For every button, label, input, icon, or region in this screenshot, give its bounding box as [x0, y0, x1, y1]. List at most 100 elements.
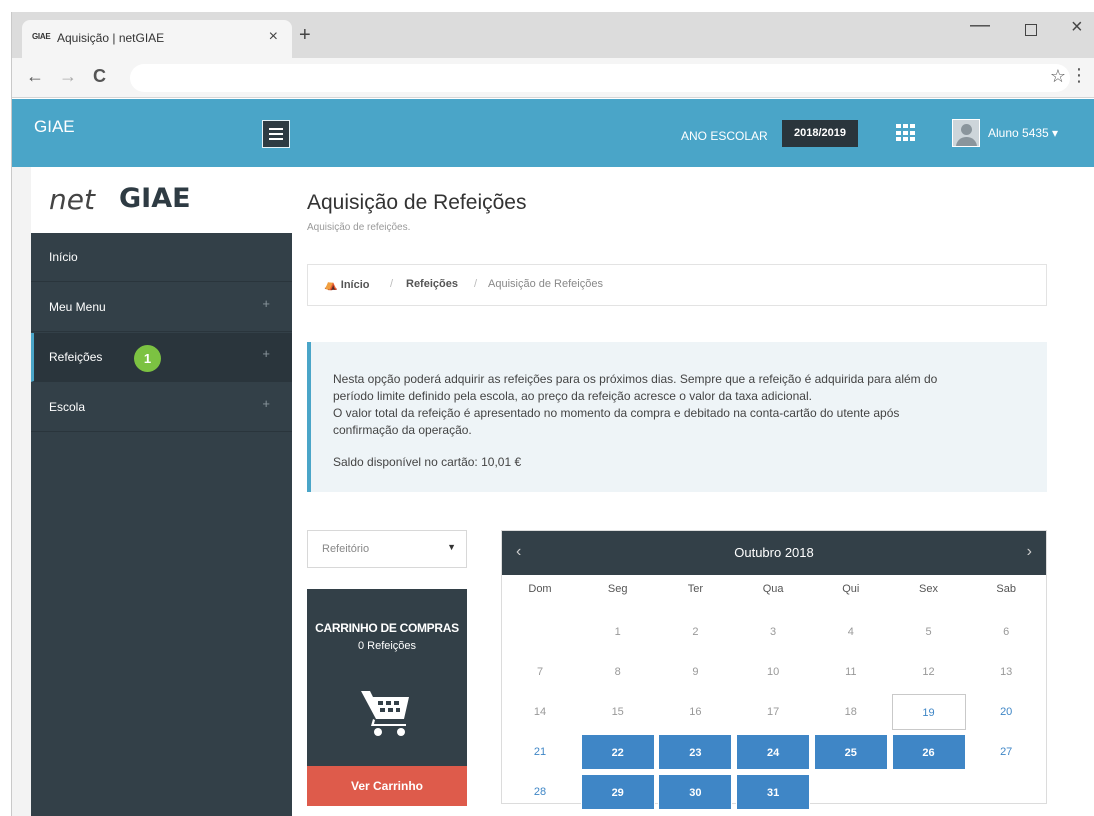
sidebar-item-label: Refeições	[49, 350, 103, 364]
calendar-day[interactable]: 22	[580, 734, 655, 770]
tab-title: Aquisição | netGIAE	[57, 31, 165, 45]
forward-icon[interactable]: →	[59, 66, 77, 87]
page-title: Aquisição de Refeições	[307, 191, 527, 214]
calendar-day[interactable]: 6	[969, 614, 1043, 650]
calendar-day[interactable]: 29	[580, 774, 655, 810]
step-badge: 1	[134, 345, 161, 372]
back-icon[interactable]: ←	[26, 66, 44, 87]
school-year-value[interactable]: 2018/2019	[782, 120, 858, 147]
sidebar-item-inicio[interactable]: Início	[31, 233, 292, 282]
calendar-day[interactable]: 28	[503, 774, 577, 810]
breadcrumb: ⛺ Início / Refeições / Aquisição de Refe…	[307, 264, 1047, 306]
sidebar-item-label: Início	[49, 250, 78, 264]
breadcrumb-current: Aquisição de Refeições	[488, 278, 603, 290]
next-month-icon[interactable]: ›	[1027, 543, 1032, 561]
calendar-day[interactable]: 24	[736, 734, 811, 770]
school-year-label: ANO ESCOLAR	[681, 129, 768, 143]
bookmark-star-icon[interactable]: ☆	[1050, 66, 1066, 87]
calendar-day[interactable]: 23	[658, 734, 733, 770]
breadcrumb-home[interactable]: ⛺ Início	[324, 278, 370, 291]
weekday-header: Sab	[996, 583, 1016, 595]
calendar-day[interactable]: 1	[581, 614, 655, 650]
calendar-day[interactable]: 14	[503, 694, 577, 730]
menu-toggle-button[interactable]	[262, 120, 290, 148]
sidebar-item-escola[interactable]: Escola +	[31, 383, 292, 432]
reload-icon[interactable]: C	[93, 66, 106, 87]
calendar: ‹ Outubro 2018 › Dom Seg Ter Qua Qui Sex Sab 1 2…	[501, 530, 1047, 810]
weekday-header: Sex	[919, 583, 938, 595]
info-box: Nesta opção poderá adquirir as refeições…	[307, 342, 1047, 492]
logo-net: net	[49, 183, 95, 216]
sidebar-item-label: Escola	[49, 400, 86, 414]
expand-plus-icon: +	[262, 396, 270, 411]
calendar-day[interactable]: 26	[891, 734, 966, 770]
calendar-day[interactable]: 7	[503, 654, 577, 690]
refeitorio-select[interactable]: Refeitório ▼	[307, 530, 467, 568]
weekday-header: Qua	[762, 583, 784, 595]
calendar-day[interactable]: 15	[581, 694, 655, 730]
favicon-icon: GIAE	[32, 32, 51, 41]
info-line: O valor total da refeição é apresentado …	[333, 406, 900, 420]
sidebar: net GIAE Início Meu Menu + Refeições 1 +…	[31, 167, 292, 816]
info-line: confirmação da operação.	[333, 423, 472, 437]
calendar-day[interactable]: 13	[969, 654, 1043, 690]
breadcrumb-separator: /	[390, 278, 394, 290]
address-bar: ← → C ☆ ⋮	[12, 58, 1094, 98]
view-cart-label: Ver Carrinho	[350, 779, 424, 793]
calendar-day[interactable]: 8	[581, 654, 655, 690]
calendar-day[interactable]: 2	[658, 614, 732, 650]
cart-count: 0 Refeições	[357, 640, 417, 652]
caret-down-icon: ▼	[447, 542, 456, 552]
calendar-day[interactable]: 9	[658, 654, 732, 690]
minimize-button[interactable]: —	[970, 14, 990, 37]
expand-plus-icon: +	[262, 296, 270, 311]
home-icon: ⛺	[324, 279, 338, 291]
tab-bar: GIAE Aquisição | netGIAE × + — ×	[12, 12, 1094, 58]
calendar-day[interactable]: 21	[503, 734, 577, 770]
info-line: Nesta opção poderá adquirir as refeições…	[333, 372, 938, 386]
new-tab-button[interactable]: +	[299, 24, 311, 47]
app-header: GIAE ANO ESCOLAR 2018/2019 Aluno 5435 ▾	[12, 99, 1094, 167]
calendar-day[interactable]: 11	[814, 654, 888, 690]
calendar-day[interactable]: 27	[969, 734, 1043, 770]
logo: net GIAE	[31, 167, 292, 233]
balance-text: Saldo disponível no cartão: 10,01 €	[333, 455, 522, 469]
user-menu[interactable]: Aluno 5435 ▾	[988, 126, 1058, 140]
select-value: Refeitório	[322, 543, 370, 555]
breadcrumb-refeicoes[interactable]: Refeições	[406, 278, 458, 290]
sidebar-item-meu-menu[interactable]: Meu Menu +	[31, 283, 292, 332]
calendar-day[interactable]: 10	[736, 654, 810, 690]
calendar-day[interactable]: 3	[736, 614, 810, 650]
calendar-day[interactable]: 16	[658, 694, 732, 730]
calendar-day[interactable]: 31	[736, 774, 811, 810]
calendar-day[interactable]: 25	[813, 734, 888, 770]
calendar-day[interactable]: 30	[658, 774, 733, 810]
maximize-button[interactable]	[1025, 24, 1037, 36]
apps-grid-icon[interactable]	[896, 124, 916, 142]
weekday-header: Dom	[528, 583, 552, 595]
calendar-day[interactable]: 17	[736, 694, 810, 730]
calendar-day[interactable]: 19	[891, 694, 966, 730]
calendar-header: ‹ Outubro 2018 ›	[502, 531, 1046, 575]
url-input[interactable]	[130, 64, 1070, 92]
avatar[interactable]	[952, 119, 980, 147]
calendar-day[interactable]: 12	[892, 654, 966, 690]
calendar-day[interactable]: 4	[814, 614, 888, 650]
sidebar-item-refeicoes[interactable]: Refeições 1 +	[31, 333, 292, 382]
cart-title: CARRINHO DE COMPRAS	[315, 621, 459, 635]
brand[interactable]: GIAE	[34, 117, 75, 137]
view-cart-button[interactable]: Ver Carrinho	[307, 766, 467, 806]
calendar-day[interactable]: 5	[892, 614, 966, 650]
cart-panel: CARRINHO DE COMPRAS 0 Refeições	[307, 589, 467, 766]
close-window-button[interactable]: ×	[1071, 16, 1083, 39]
shopping-cart-icon	[361, 691, 409, 736]
browser-tab[interactable]: GIAE Aquisição | netGIAE ×	[22, 20, 292, 58]
sidebar-item-label: Meu Menu	[49, 300, 106, 314]
weekday-header: Seg	[607, 583, 628, 595]
tab-close-icon[interactable]: ×	[269, 28, 278, 46]
calendar-day[interactable]: 18	[814, 694, 888, 730]
browser-menu-icon[interactable]: ⋮	[1070, 65, 1088, 86]
calendar-day[interactable]: 20	[969, 694, 1043, 730]
expand-plus-icon: +	[262, 346, 270, 361]
calendar-title: Outubro 2018	[734, 545, 814, 560]
